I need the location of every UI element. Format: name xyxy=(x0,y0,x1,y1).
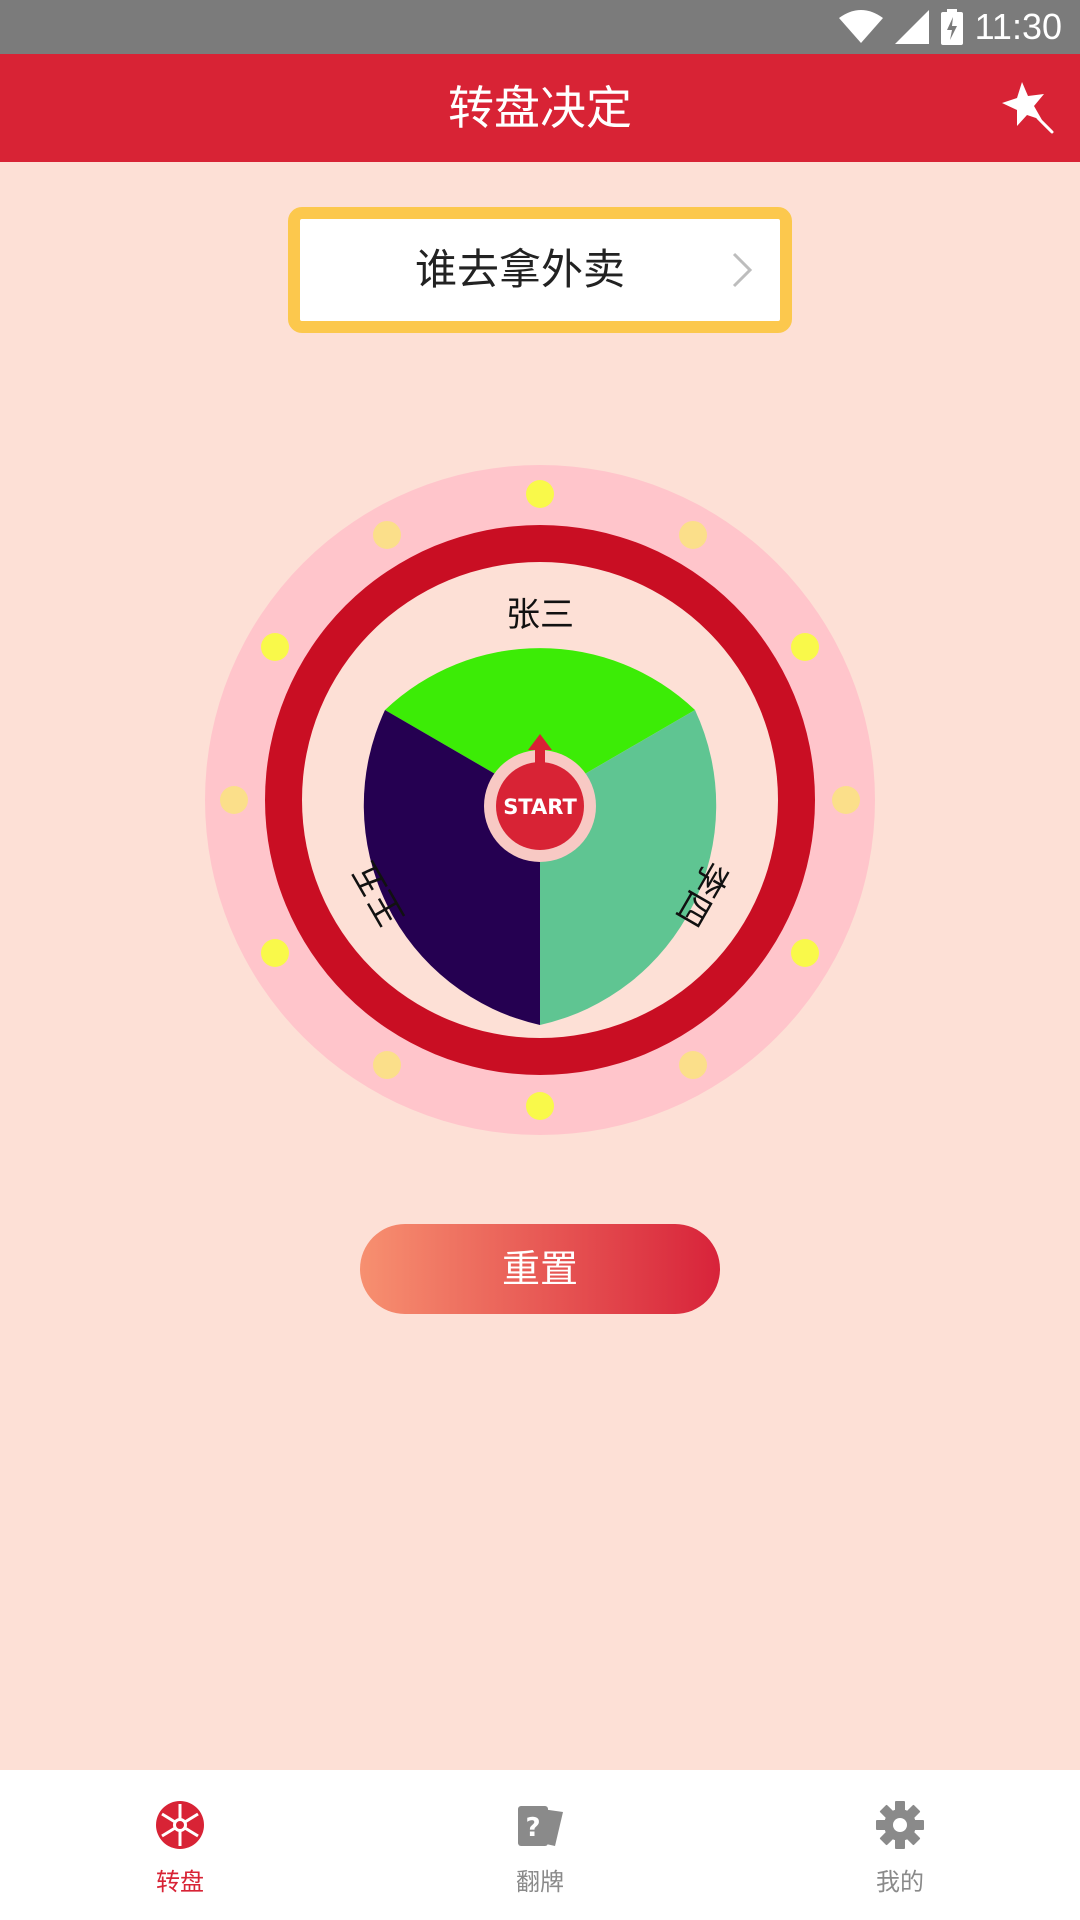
wheel-bulb xyxy=(791,633,820,661)
wheel-bulb xyxy=(373,1051,401,1080)
wheel-bulb xyxy=(260,939,289,967)
wheel-bulb xyxy=(526,480,554,508)
battery-charging-icon xyxy=(940,9,963,45)
topic-label: 谁去拿外卖 xyxy=(414,245,625,294)
status-icons: 11:30 xyxy=(838,6,1062,48)
wifi-icon xyxy=(838,10,883,43)
nav-item-mine[interactable]: 我的 xyxy=(720,1770,1080,1920)
svg-text:?: ? xyxy=(525,1813,540,1843)
status-bar: 11:30 xyxy=(0,0,1080,54)
question-card-icon: ? xyxy=(518,1806,563,1846)
chevron-right-icon xyxy=(732,252,753,288)
nav-label-cards: 翻牌 xyxy=(516,1868,564,1896)
nav-label-wheel: 转盘 xyxy=(156,1868,204,1896)
wheel-bulb xyxy=(679,1051,707,1080)
gear-icon xyxy=(876,1801,924,1849)
bottom-nav: 转盘 ? 翻牌 我的 xyxy=(0,1770,1080,1920)
wheel-bulb xyxy=(373,520,401,549)
wheel-bulb xyxy=(791,939,820,967)
wheel-bulb xyxy=(526,1092,554,1120)
wheel-bulb xyxy=(832,786,860,814)
page-title: 转盘决定 xyxy=(448,81,632,135)
signal-icon xyxy=(894,10,929,44)
wheel-icon xyxy=(156,1801,204,1849)
wheel-bulb xyxy=(220,786,248,814)
wheel-bulb xyxy=(260,633,289,661)
spin-wheel[interactable]: 张三 李四 王五 START xyxy=(200,460,880,1140)
nav-label-mine: 我的 xyxy=(876,1868,924,1896)
topic-selector[interactable]: 谁去拿外卖 xyxy=(288,207,792,333)
wheel-label-zhangsan: 张三 xyxy=(506,595,574,635)
status-time: 11:30 xyxy=(974,6,1062,47)
app-bar: 转盘决定 xyxy=(0,54,1080,162)
reset-button[interactable]: 重置 xyxy=(360,1224,720,1314)
nav-item-cards[interactable]: ? 翻牌 xyxy=(360,1770,720,1920)
wheel-bulb xyxy=(679,520,707,549)
start-label: START xyxy=(503,795,577,819)
star-wand-icon[interactable] xyxy=(998,78,1058,138)
nav-item-wheel[interactable]: 转盘 xyxy=(0,1770,360,1920)
